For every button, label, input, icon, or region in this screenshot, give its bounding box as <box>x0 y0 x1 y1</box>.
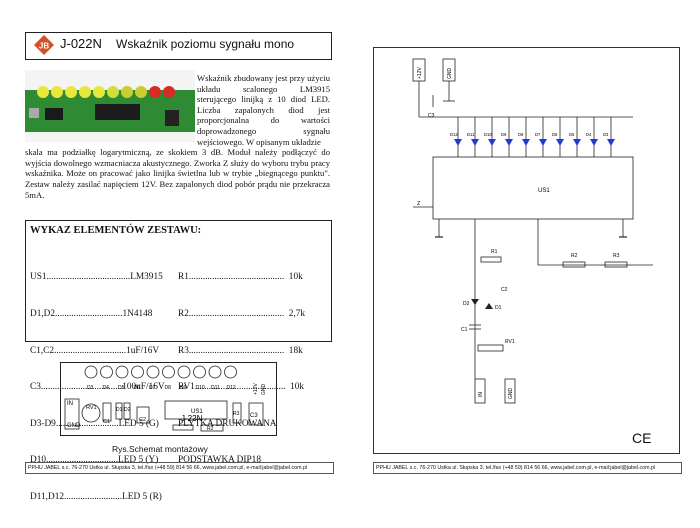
pcb-led <box>84 365 98 379</box>
pcb-d2-label: D2 <box>124 407 131 413</box>
part-line: US1....................................L… <box>30 272 163 283</box>
sch-led-label: D10 <box>484 132 492 137</box>
parts-heading: WYKAZ ELEMENTÓW ZESTAWU: <box>30 225 202 236</box>
pcb-c1-label: C1 <box>103 419 110 425</box>
sch-led-symbol <box>590 139 598 146</box>
pcb-gnd-label: GND <box>67 423 81 429</box>
sch-gnd2-label: GND <box>508 388 514 400</box>
pcb-gnd2-label: GND <box>261 384 267 396</box>
sch-led-label: D4 <box>586 132 592 137</box>
sch-led-symbol <box>488 139 496 146</box>
parts-list: WYKAZ ELEMENTÓW ZESTAWU: US1............… <box>25 220 332 502</box>
footer-left: PPHU JABEL s.c. 76-270 Ustka ul. Słupska… <box>25 462 334 474</box>
sch-c1-label: C1 <box>461 327 468 333</box>
sch-r1-label: R1 <box>491 249 498 255</box>
pcb-led <box>146 365 160 379</box>
pcb-led-label: D8 <box>165 385 172 391</box>
sch-led-label: D9 <box>501 132 507 137</box>
pcb-led <box>177 365 191 379</box>
pcb-c3-label: C3 <box>250 413 258 419</box>
description-p1: Wskaźnik zbudowany jest przy użyciu ukła… <box>197 73 330 147</box>
pcb-led <box>193 365 206 379</box>
description: Wskaźnik zbudowany jest przy użyciu ukła… <box>25 73 330 200</box>
diagram-caption: Rys.Schemat montażowy <box>112 444 208 454</box>
sch-c3-label: C3 <box>428 113 435 119</box>
sch-led-symbol <box>522 139 530 146</box>
pcb-in-label: IN <box>67 401 73 407</box>
footer-right: PPHU JABEL s.c. 76-270 Ustka ul. Słupska… <box>373 462 682 474</box>
pcb-board-text: J-22N <box>181 414 203 423</box>
pcb-led-row <box>84 365 237 379</box>
pcb-led-label: D12 <box>227 385 236 391</box>
pcb-led-labels: D3 D4 D5 D6 D7 D8 D9 D10 D11 D12 <box>87 385 236 391</box>
sch-led-label: D11 <box>467 132 475 137</box>
sch-led-symbol <box>471 139 479 146</box>
sch-led-row: D12 D11 D10 D9 D8 D7 D6 D5 D4 D3 <box>450 117 615 157</box>
pcb-led-label: D7 <box>149 385 156 391</box>
pcb-led <box>224 365 237 379</box>
sch-led-symbol <box>573 139 581 146</box>
pcb-led-label: D9 <box>180 385 187 391</box>
title-box: JB J-022N Wskaźnik poziomu sygnału mono <box>25 32 332 60</box>
sch-d2-label: D2 <box>463 301 470 307</box>
part-line: D11,D12.........................LED 5 (R… <box>30 492 162 503</box>
sch-z-label: Z <box>417 201 421 207</box>
sch-led-label: D5 <box>569 132 575 137</box>
sch-led-label: D7 <box>535 132 541 137</box>
sch-led-symbol <box>607 139 615 146</box>
part-line: R1......................................… <box>178 272 303 283</box>
sch-r2-label: R2 <box>571 253 578 259</box>
pcb-led-label: D6 <box>134 385 141 391</box>
pcb-led <box>115 365 129 379</box>
kit-code: J-022N <box>60 36 102 51</box>
pcb-led <box>131 365 144 379</box>
pcb-led-label: D11 <box>211 385 220 391</box>
sch-gnd-label: GND <box>447 68 453 80</box>
left-page: JB J-022N Wskaźnik poziomu sygnału mono … <box>0 0 350 502</box>
pcb-led-label: D3 <box>87 385 94 391</box>
kit-title: Wskaźnik poziomu sygnału mono <box>116 37 295 51</box>
sch-led-symbol <box>505 139 513 146</box>
sch-in-label: IN <box>478 392 484 397</box>
pcb-led-label: D5 <box>118 385 125 391</box>
sch-led-label: D6 <box>552 132 558 137</box>
jabel-logo: JB <box>34 35 54 55</box>
circuit-schematic: +12V GND C3 D12 D11 D10 D9 D8 D7 D6 D5 D4 D3 US1 … <box>412 58 653 404</box>
sch-led-label: D8 <box>518 132 524 137</box>
pcb-rv1-label: RV1 <box>86 405 97 411</box>
description-p2: skala ma podziałkę logarytmiczną, ze sko… <box>25 147 330 200</box>
sch-led-symbol <box>454 139 462 146</box>
part-line: R3......................................… <box>178 345 303 356</box>
sch-led-label: D3 <box>603 132 609 137</box>
sch-rv1-label: RV1 <box>505 339 515 345</box>
assembly-diagram: D3 D4 D5 D6 D7 D8 D9 D10 D11 D12 IN GND RV1 C1 D1… <box>60 362 277 436</box>
part-line: C1,C2...............................1uF/… <box>30 345 160 356</box>
pcb-led <box>162 365 175 379</box>
svg-text:JB: JB <box>39 42 49 51</box>
sch-ic-label: US1 <box>538 188 550 194</box>
pcb-c2-label: C2 <box>139 417 146 423</box>
pcb-led <box>100 365 113 379</box>
pcb-led <box>208 365 222 379</box>
sch-c2-label: C2 <box>501 287 508 293</box>
pcb-r2-label: R2 <box>207 426 214 432</box>
sch-led-label: D12 <box>450 132 458 137</box>
sch-led-symbol <box>539 139 547 146</box>
part-line: R2......................................… <box>178 309 306 320</box>
pcb-led-label: D4 <box>103 385 110 391</box>
part-line: D1,D2.............................1N4148 <box>30 309 153 320</box>
sch-d1-label: D1 <box>495 305 502 311</box>
pcb-d1-label: D1 <box>116 407 123 413</box>
pcb-led-label: D10 <box>196 385 205 391</box>
pcb-r3-label: R3 <box>233 411 240 417</box>
sch-supply-label: +12V <box>417 67 423 79</box>
sch-r3-label: R3 <box>613 253 620 259</box>
sch-led-symbol <box>556 139 564 146</box>
pcb-12v-label: +12V <box>253 383 259 395</box>
ce-mark: CE <box>632 430 652 446</box>
